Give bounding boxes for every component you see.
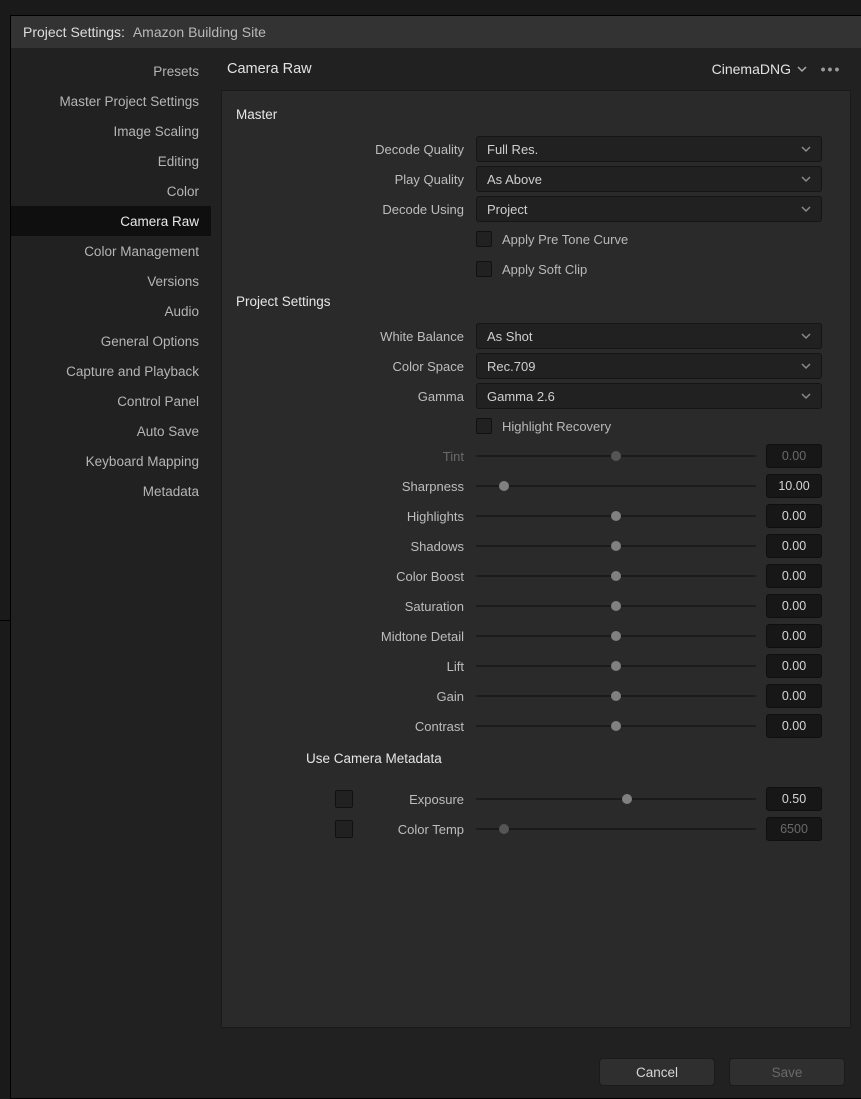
sidebar-item-general-options[interactable]: General Options bbox=[11, 326, 211, 356]
apply-soft-clip-checkbox[interactable] bbox=[476, 261, 492, 277]
more-menu-button[interactable]: ••• bbox=[817, 61, 845, 77]
tint-value: 0.00 bbox=[766, 444, 822, 468]
chevron-down-icon bbox=[801, 204, 811, 214]
midtone-detail-label: Midtone Detail bbox=[236, 629, 476, 644]
sidebar-item-keyboard-mapping[interactable]: Keyboard Mapping bbox=[11, 446, 211, 476]
sidebar-item-capture-and-playback[interactable]: Capture and Playback bbox=[11, 356, 211, 386]
color-space-select[interactable]: Rec.709 bbox=[476, 353, 822, 379]
raw-format-select[interactable]: CinemaDNG bbox=[712, 61, 807, 77]
chevron-down-icon bbox=[801, 331, 811, 341]
panel-body: Master Decode Quality Full Res. Play Qua… bbox=[221, 90, 851, 1028]
sidebar-item-audio[interactable]: Audio bbox=[11, 296, 211, 326]
decode-quality-select[interactable]: Full Res. bbox=[476, 136, 822, 162]
highlights-label: Highlights bbox=[236, 509, 476, 524]
sidebar-item-color-management[interactable]: Color Management bbox=[11, 236, 211, 266]
decode-using-label: Decode Using bbox=[236, 202, 476, 217]
exposure-value[interactable]: 0.50 bbox=[766, 787, 822, 811]
tint-label: Tint bbox=[236, 449, 476, 464]
play-quality-select[interactable]: As Above bbox=[476, 166, 822, 192]
title-prefix: Project Settings: bbox=[23, 24, 125, 40]
apply-soft-clip-label: Apply Soft Clip bbox=[502, 262, 587, 277]
color-boost-slider[interactable] bbox=[476, 568, 756, 584]
sidebar-item-versions[interactable]: Versions bbox=[11, 266, 211, 296]
saturation-label: Saturation bbox=[236, 599, 476, 614]
sidebar-item-metadata[interactable]: Metadata bbox=[11, 476, 211, 506]
sidebar-item-editing[interactable]: Editing bbox=[11, 146, 211, 176]
project-settings-window: Project Settings: Amazon Building Site P… bbox=[10, 15, 861, 1099]
project-name: Amazon Building Site bbox=[129, 24, 266, 40]
sidebar: PresetsMaster Project SettingsImage Scal… bbox=[11, 48, 211, 1038]
gamma-label: Gamma bbox=[236, 389, 476, 404]
highlight-recovery-label: Highlight Recovery bbox=[502, 419, 611, 434]
midtone-detail-value[interactable]: 0.00 bbox=[766, 624, 822, 648]
sidebar-item-color[interactable]: Color bbox=[11, 176, 211, 206]
tint-slider bbox=[476, 448, 756, 464]
color-boost-label: Color Boost bbox=[236, 569, 476, 584]
panel-title: Camera Raw bbox=[227, 61, 712, 77]
lift-value[interactable]: 0.00 bbox=[766, 654, 822, 678]
save-button[interactable]: Save bbox=[729, 1058, 845, 1086]
section-metadata-title: Use Camera Metadata bbox=[306, 751, 822, 766]
chevron-down-icon bbox=[801, 391, 811, 401]
color-boost-value[interactable]: 0.00 bbox=[766, 564, 822, 588]
cancel-button[interactable]: Cancel bbox=[599, 1058, 715, 1086]
color-space-label: Color Space bbox=[236, 359, 476, 374]
shadows-slider[interactable] bbox=[476, 538, 756, 554]
saturation-value[interactable]: 0.00 bbox=[766, 594, 822, 618]
main-panel: Camera Raw CinemaDNG ••• Master Decode Q… bbox=[211, 48, 861, 1038]
sidebar-item-control-panel[interactable]: Control Panel bbox=[11, 386, 211, 416]
color-temp-value: 6500 bbox=[766, 817, 822, 841]
lift-slider[interactable] bbox=[476, 658, 756, 674]
footer: Cancel Save bbox=[599, 1058, 845, 1086]
saturation-slider[interactable] bbox=[476, 598, 756, 614]
sidebar-item-auto-save[interactable]: Auto Save bbox=[11, 416, 211, 446]
apply-pre-tone-checkbox[interactable] bbox=[476, 231, 492, 247]
color-temp-use-metadata-checkbox[interactable] bbox=[335, 820, 353, 838]
sidebar-item-image-scaling[interactable]: Image Scaling bbox=[11, 116, 211, 146]
chevron-down-icon bbox=[801, 361, 811, 371]
decode-quality-label: Decode Quality bbox=[236, 142, 476, 157]
highlight-recovery-checkbox[interactable] bbox=[476, 418, 492, 434]
shadows-value[interactable]: 0.00 bbox=[766, 534, 822, 558]
decode-using-select[interactable]: Project bbox=[476, 196, 822, 222]
sidebar-item-presets[interactable]: Presets bbox=[11, 56, 211, 86]
shadows-label: Shadows bbox=[236, 539, 476, 554]
highlights-value[interactable]: 0.00 bbox=[766, 504, 822, 528]
lift-label: Lift bbox=[236, 659, 476, 674]
apply-pre-tone-label: Apply Pre Tone Curve bbox=[502, 232, 628, 247]
sidebar-item-master-project-settings[interactable]: Master Project Settings bbox=[11, 86, 211, 116]
sharpness-slider[interactable] bbox=[476, 478, 756, 494]
gamma-select[interactable]: Gamma 2.6 bbox=[476, 383, 822, 409]
exposure-label: Exposure bbox=[361, 792, 476, 807]
contrast-label: Contrast bbox=[236, 719, 476, 734]
contrast-slider[interactable] bbox=[476, 718, 756, 734]
panel-header: Camera Raw CinemaDNG ••• bbox=[221, 48, 851, 90]
raw-format-label: CinemaDNG bbox=[712, 61, 791, 77]
color-temp-slider bbox=[476, 821, 756, 837]
gain-label: Gain bbox=[236, 689, 476, 704]
play-quality-label: Play Quality bbox=[236, 172, 476, 187]
color-temp-label: Color Temp bbox=[361, 822, 476, 837]
section-project-title: Project Settings bbox=[236, 294, 822, 309]
exposure-use-metadata-checkbox[interactable] bbox=[335, 790, 353, 808]
contrast-value[interactable]: 0.00 bbox=[766, 714, 822, 738]
gain-value[interactable]: 0.00 bbox=[766, 684, 822, 708]
gain-slider[interactable] bbox=[476, 688, 756, 704]
exposure-slider[interactable] bbox=[476, 791, 756, 807]
midtone-detail-slider[interactable] bbox=[476, 628, 756, 644]
sharpness-value[interactable]: 10.00 bbox=[766, 474, 822, 498]
chevron-down-icon bbox=[801, 174, 811, 184]
white-balance-select[interactable]: As Shot bbox=[476, 323, 822, 349]
titlebar: Project Settings: Amazon Building Site bbox=[11, 16, 861, 48]
chevron-down-icon bbox=[801, 144, 811, 154]
white-balance-label: White Balance bbox=[236, 329, 476, 344]
sharpness-label: Sharpness bbox=[236, 479, 476, 494]
highlights-slider[interactable] bbox=[476, 508, 756, 524]
sidebar-item-camera-raw[interactable]: Camera Raw bbox=[11, 206, 211, 236]
chevron-down-icon bbox=[797, 64, 807, 74]
section-master-title: Master bbox=[236, 107, 822, 122]
